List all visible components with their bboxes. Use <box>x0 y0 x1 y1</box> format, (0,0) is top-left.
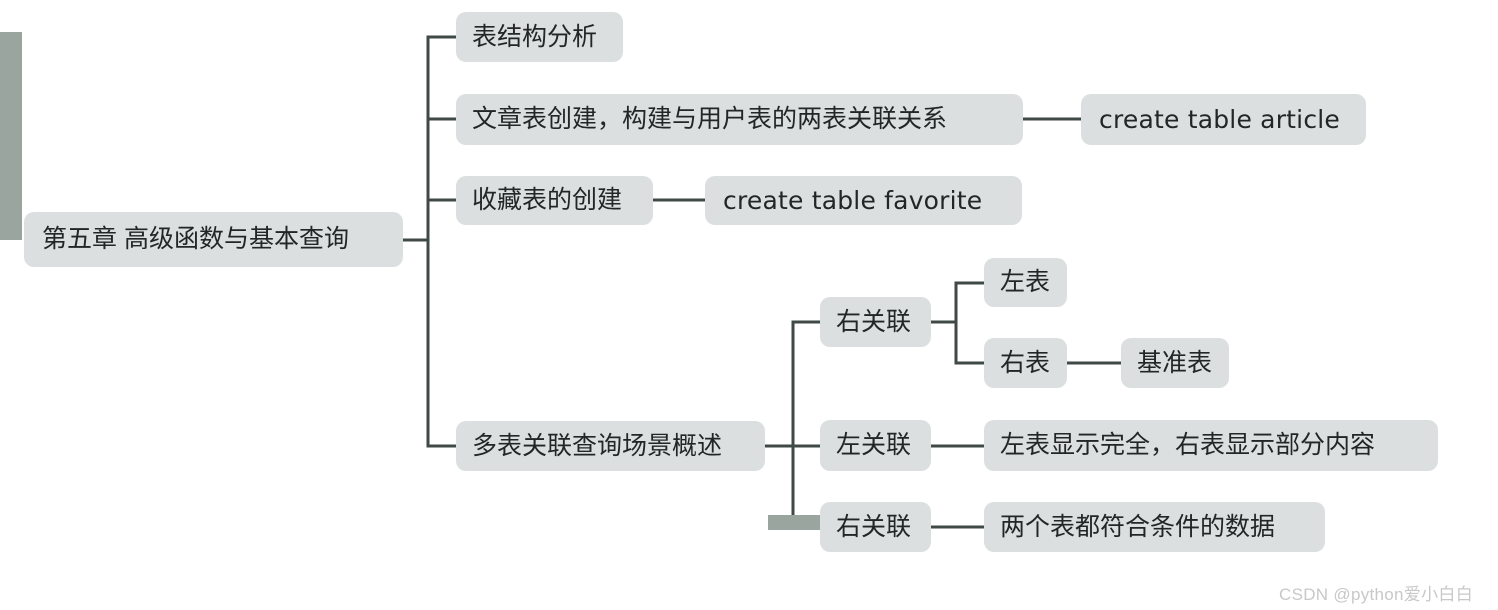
node-left-table[interactable]: 左表 <box>984 258 1067 307</box>
node-label: 收藏表的创建 <box>472 186 623 214</box>
node-label: 表结构分析 <box>472 22 598 51</box>
node-drag-handle[interactable] <box>768 515 820 530</box>
node-label: 左表显示完全，右表显示部分内容 <box>1000 431 1376 459</box>
root-node[interactable]: 第五章 高级函数与基本查询 <box>24 212 403 267</box>
node-label: create table favorite <box>723 186 983 215</box>
node-left-join[interactable]: 左关联 <box>820 420 931 471</box>
node-right-join-bottom[interactable]: 右关联 <box>820 502 931 552</box>
node-label: 左关联 <box>836 431 912 459</box>
node-article-table-creation[interactable]: 文章表创建，构建与用户表的两表关联关系 <box>456 94 1023 145</box>
node-label: create table article <box>1099 105 1340 134</box>
node-right-table[interactable]: 右表 <box>984 338 1067 388</box>
node-create-table-favorite[interactable]: create table favorite <box>705 176 1022 225</box>
node-label: 右表 <box>1000 348 1051 377</box>
node-label: 右关联 <box>836 307 912 336</box>
node-label: 左表 <box>1000 268 1051 296</box>
node-left-join-description[interactable]: 左表显示完全，右表显示部分内容 <box>984 420 1438 471</box>
root-node-label: 第五章 高级函数与基本查询 <box>42 225 349 253</box>
node-label: 两个表都符合条件的数据 <box>1000 512 1276 541</box>
watermark: CSDN @python爱小白白 <box>1279 585 1473 604</box>
node-label: 多表关联查询场景概述 <box>472 431 723 460</box>
node-label: 右关联 <box>836 512 912 541</box>
node-right-join-top[interactable]: 右关联 <box>820 297 931 347</box>
node-table-structure-analysis[interactable]: 表结构分析 <box>456 12 623 62</box>
node-inner-join-description[interactable]: 两个表都符合条件的数据 <box>984 502 1325 552</box>
node-label: 基准表 <box>1137 348 1213 377</box>
node-favorite-table-creation[interactable]: 收藏表的创建 <box>456 176 653 225</box>
node-multi-table-join-overview[interactable]: 多表关联查询场景概述 <box>456 421 765 471</box>
mindmap-canvas[interactable]: 第五章 高级函数与基本查询 表结构分析 文章表创建，构建与用户表的两表关联关系 … <box>0 0 1498 610</box>
left-edge-strip[interactable] <box>0 32 22 240</box>
node-create-table-article[interactable]: create table article <box>1081 94 1366 145</box>
node-label: 文章表创建，构建与用户表的两表关联关系 <box>472 105 948 133</box>
node-base-table[interactable]: 基准表 <box>1121 338 1229 388</box>
